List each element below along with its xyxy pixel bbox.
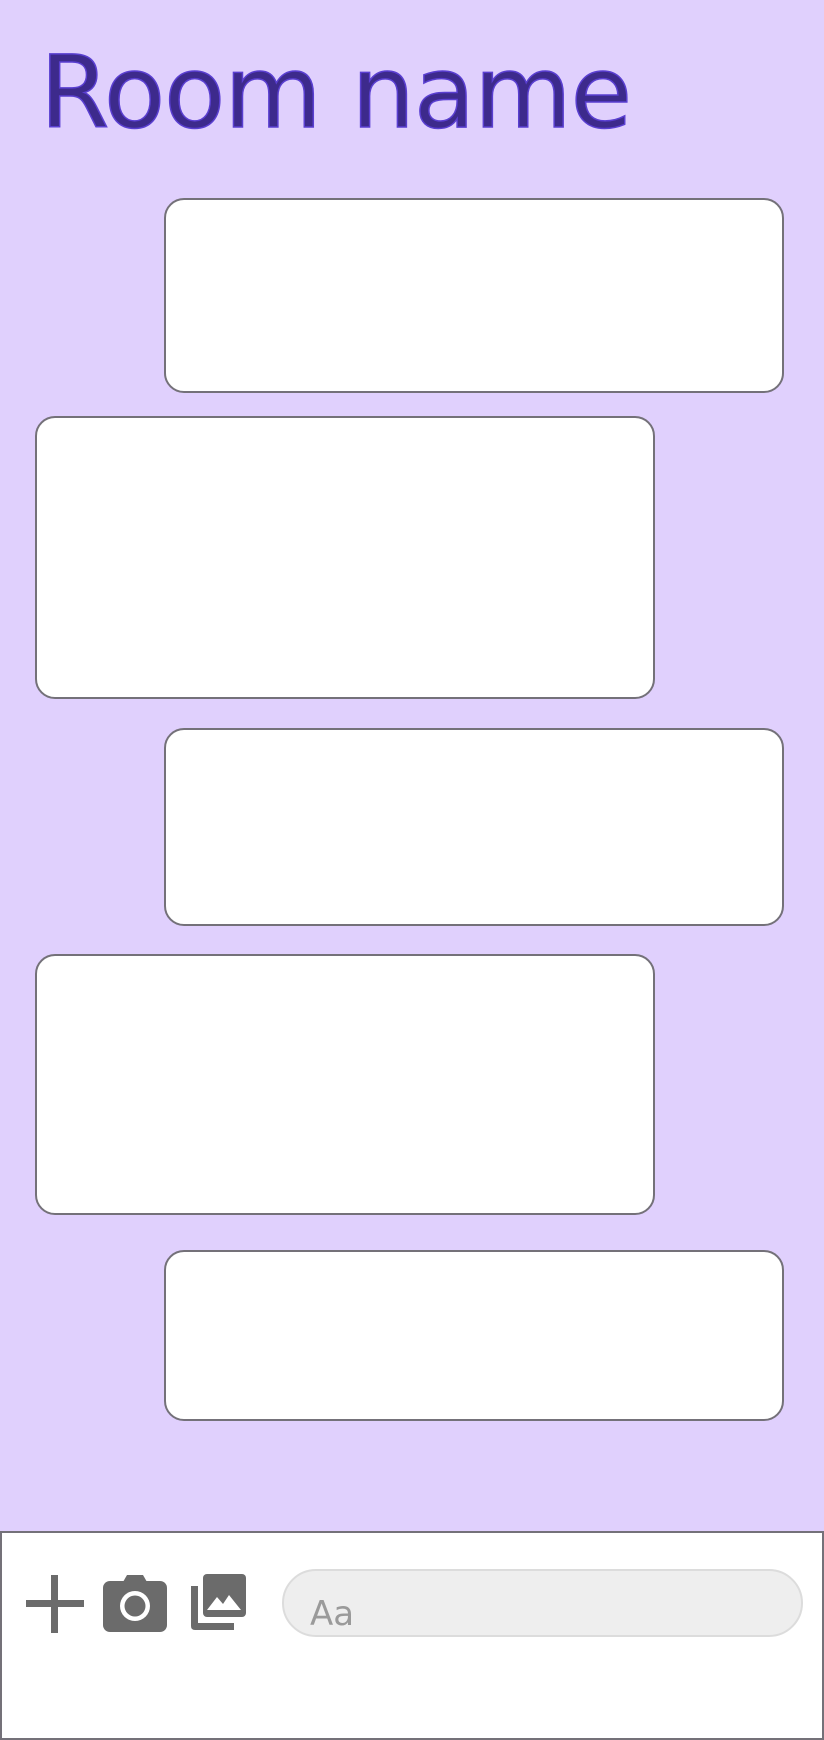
room-name-title: Room name bbox=[39, 33, 633, 152]
message-bubble-sent[interactable] bbox=[164, 1250, 784, 1421]
camera-icon[interactable] bbox=[103, 1574, 167, 1632]
message-bubble-received[interactable] bbox=[35, 416, 655, 699]
gallery-icon[interactable] bbox=[191, 1574, 246, 1630]
message-bubble-sent[interactable] bbox=[164, 728, 784, 926]
plus-icon[interactable] bbox=[26, 1575, 84, 1633]
message-composer bbox=[0, 1531, 824, 1740]
message-bubble-sent[interactable] bbox=[164, 198, 784, 393]
message-bubble-received[interactable] bbox=[35, 954, 655, 1215]
message-input[interactable] bbox=[282, 1569, 803, 1637]
chat-area: Room name bbox=[0, 0, 824, 1531]
